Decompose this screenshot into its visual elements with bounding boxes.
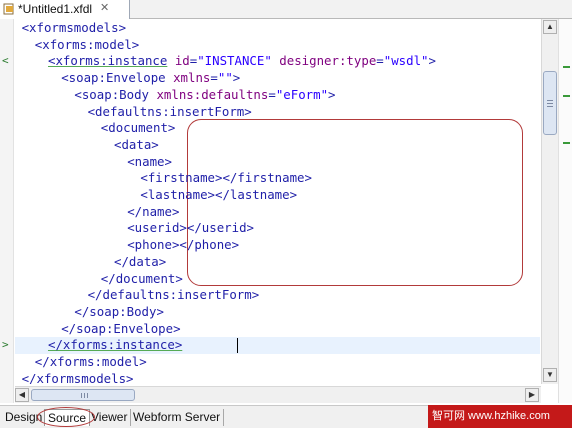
overview-ruler bbox=[558, 19, 572, 403]
code-token: </xforms:instance> bbox=[48, 337, 183, 353]
horizontal-scroll-thumb[interactable] bbox=[31, 389, 135, 401]
code-token: <xforms:instance bbox=[48, 53, 168, 69]
code-line[interactable]: </soap:Body> bbox=[74, 303, 164, 320]
horizontal-scrollbar[interactable]: ◀ ▶ bbox=[15, 386, 541, 403]
code-token: </defaultns:insertForm> bbox=[87, 287, 260, 303]
fold-marker-icon[interactable]: > bbox=[2, 339, 9, 350]
overview-marker[interactable] bbox=[563, 142, 570, 144]
xfdl-file-icon bbox=[3, 3, 14, 15]
code-line[interactable]: <xforms:instance id = "INSTANCE" designer:… bbox=[48, 52, 436, 69]
code-line[interactable]: </defaultns:insertForm> bbox=[88, 286, 260, 303]
code-line[interactable]: <firstname></firstname> bbox=[140, 169, 312, 186]
code-line[interactable]: <defaultns:insertForm> bbox=[88, 103, 252, 120]
code-line[interactable]: <xformsmodels> bbox=[22, 19, 126, 36]
code-token: <defaultns:insertForm> bbox=[87, 103, 252, 119]
scroll-right-arrow-icon[interactable]: ▶ bbox=[525, 388, 539, 402]
overview-marker[interactable] bbox=[563, 95, 570, 97]
code-token: > bbox=[428, 53, 436, 69]
code-token: <data> bbox=[114, 136, 159, 152]
code-line[interactable]: <xforms:model> bbox=[35, 36, 139, 53]
scroll-down-arrow-icon[interactable]: ▼ bbox=[543, 368, 557, 382]
code-line[interactable]: </soap:Envelope> bbox=[61, 320, 180, 337]
code-token: <firstname></firstname> bbox=[140, 170, 312, 186]
code-token: <soap:Envelope bbox=[61, 70, 174, 86]
tab-webform-server[interactable]: Webform Server bbox=[130, 409, 225, 426]
code-line[interactable]: <soap:Envelope xmlns=""> bbox=[61, 69, 240, 86]
close-tab-icon[interactable]: ✕ bbox=[100, 1, 109, 14]
code-token: <name> bbox=[127, 153, 172, 169]
code-token: "" bbox=[217, 70, 233, 86]
code-token: <soap:Body bbox=[74, 86, 157, 102]
code-token: = bbox=[268, 86, 276, 102]
code-line[interactable]: <lastname></lastname> bbox=[140, 186, 297, 203]
annotation-source-circle bbox=[37, 407, 95, 427]
watermark-text: 智可网 www.hzhike.com bbox=[432, 410, 550, 422]
code-token: </name> bbox=[127, 203, 180, 219]
code-line[interactable]: <userid></userid> bbox=[127, 219, 254, 236]
xml-source-editor[interactable]: <xformsmodels> <xforms:model> <xforms:inst… bbox=[15, 19, 540, 384]
code-token: "eForm" bbox=[275, 86, 329, 102]
code-line[interactable]: <data> bbox=[114, 136, 159, 153]
code-token: </soap:Body> bbox=[74, 303, 164, 319]
code-token: <document> bbox=[100, 120, 176, 136]
watermark: 智可网 www.hzhike.com bbox=[428, 405, 572, 428]
code-line[interactable]: </name> bbox=[127, 203, 179, 220]
scroll-left-arrow-icon[interactable]: ◀ bbox=[15, 388, 29, 402]
code-token: > bbox=[232, 70, 241, 86]
code-line[interactable]: </xforms:instance> bbox=[48, 336, 182, 353]
code-line[interactable]: </document> bbox=[101, 270, 183, 287]
code-token: </soap:Envelope> bbox=[61, 320, 181, 336]
fold-marker-icon[interactable]: < bbox=[2, 55, 9, 66]
editor-tab-bar: *Untitled1.xfdl ✕ bbox=[0, 0, 572, 19]
code-token: <phone></phone> bbox=[127, 237, 240, 253]
editor-left-ruler: < > bbox=[0, 19, 14, 403]
code-token: <lastname></lastname> bbox=[140, 187, 298, 202]
scroll-up-arrow-icon[interactable]: ▲ bbox=[543, 20, 557, 34]
code-line[interactable]: <soap:Body xmlns:defaultns="eForm"> bbox=[74, 86, 335, 103]
code-token: = bbox=[210, 70, 218, 86]
code-token: <xformsmodels> bbox=[21, 20, 127, 35]
code-token: </document> bbox=[100, 270, 183, 286]
code-token: > bbox=[328, 86, 336, 102]
code-token: xmlns:defaultns bbox=[156, 86, 269, 102]
code-token: </xforms:model> bbox=[34, 354, 147, 369]
code-line[interactable]: <document> bbox=[101, 119, 176, 136]
editor-tab-title: *Untitled1.xfdl bbox=[18, 2, 93, 16]
code-line[interactable]: <name> bbox=[127, 153, 172, 170]
editor-tab[interactable]: *Untitled1.xfdl ✕ bbox=[0, 0, 130, 19]
code-token: <xforms:model> bbox=[34, 36, 140, 52]
code-line[interactable]: </xforms:model> bbox=[35, 353, 147, 370]
code-token: designer:type bbox=[279, 53, 377, 69]
vertical-scroll-thumb[interactable] bbox=[543, 71, 557, 135]
code-token: "wsdl" bbox=[383, 53, 429, 69]
code-token: = bbox=[376, 53, 384, 69]
code-line[interactable]: </data> bbox=[114, 253, 166, 270]
code-line[interactable]: </xformsmodels> bbox=[22, 370, 134, 384]
code-token: xmlns bbox=[173, 70, 211, 86]
code-token: id bbox=[174, 53, 190, 69]
code-token: </xformsmodels> bbox=[21, 370, 134, 384]
code-token: "INSTANCE" bbox=[197, 53, 272, 69]
overview-marker[interactable] bbox=[563, 66, 570, 68]
code-line[interactable]: <phone></phone> bbox=[127, 236, 239, 253]
code-token: </data> bbox=[114, 253, 167, 269]
vertical-scrollbar[interactable]: ▲ ▼ bbox=[541, 19, 558, 384]
code-token: <userid></userid> bbox=[127, 220, 255, 236]
text-caret bbox=[237, 338, 238, 353]
